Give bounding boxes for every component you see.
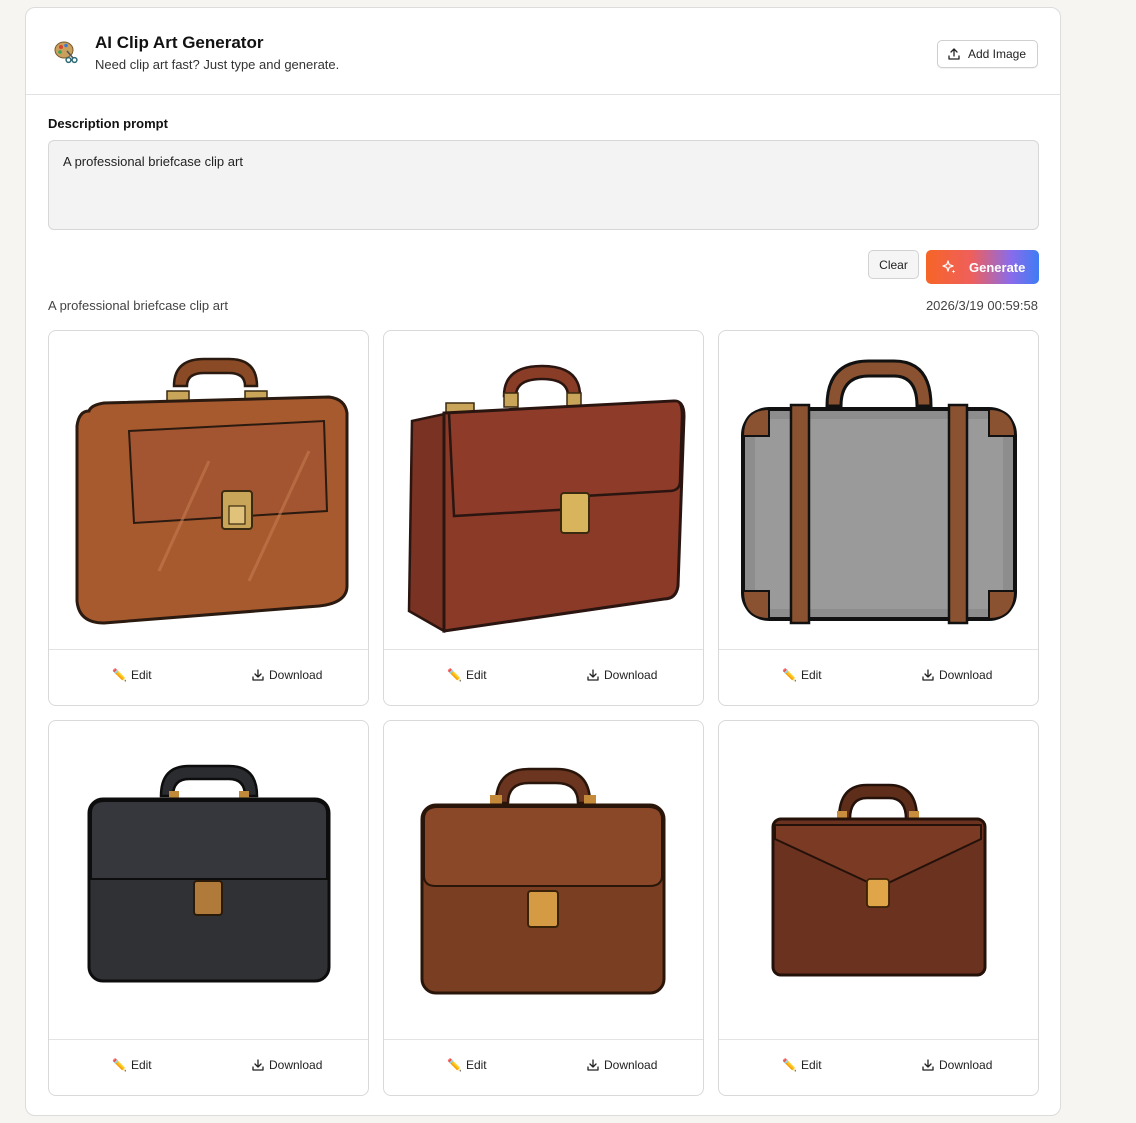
add-image-button[interactable]: Add Image (936, 40, 1038, 68)
pencil-icon: ✏️ (782, 668, 797, 682)
download-label: Download (604, 668, 658, 682)
edit-label: Edit (800, 668, 822, 682)
generate-label: Generate (969, 259, 1026, 275)
edit-button[interactable]: ✏️ Edit (447, 1058, 487, 1072)
edit-label: Edit (800, 1058, 822, 1072)
card-actions: ✏️ Edit Download (719, 1039, 1038, 1095)
prompt-textarea[interactable]: A professional briefcase clip art (48, 140, 1039, 230)
download-icon (587, 1059, 599, 1071)
download-button[interactable]: Download (251, 668, 322, 682)
edit-label: Edit (465, 1058, 487, 1072)
result-grid: ✏️ Edit Download ✏️ Edit Download ✏️ Edi… (48, 330, 1039, 1096)
download-label: Download (269, 1058, 323, 1072)
result-card: ✏️ Edit Download (383, 720, 704, 1096)
app-title: AI Clip Art Generator (95, 33, 264, 52)
edit-label: Edit (465, 668, 487, 682)
edit-label: Edit (130, 1058, 152, 1072)
palette-icon (54, 41, 78, 64)
briefcase-image[interactable] (719, 331, 1038, 649)
download-label: Download (939, 1058, 993, 1072)
pencil-icon: ✏️ (782, 1058, 797, 1072)
edit-button[interactable]: ✏️ Edit (447, 668, 487, 682)
card-actions: ✏️ Edit Download (49, 1039, 368, 1095)
edit-button[interactable]: ✏️ Edit (112, 668, 152, 682)
download-icon (587, 669, 599, 681)
download-label: Download (604, 1058, 658, 1072)
pencil-icon: ✏️ (447, 668, 462, 682)
add-image-label: Add Image (967, 47, 1026, 61)
download-icon (252, 669, 264, 681)
prompt-label: Description prompt (48, 116, 168, 131)
download-button[interactable]: Download (586, 1058, 657, 1072)
briefcase-image[interactable] (384, 331, 703, 649)
download-button[interactable]: Download (251, 1058, 322, 1072)
download-button[interactable]: Download (586, 668, 657, 682)
upload-icon (948, 48, 960, 60)
clear-button[interactable]: Clear (868, 250, 919, 279)
edit-button[interactable]: ✏️ Edit (112, 1058, 152, 1072)
result-timestamp: 2026/3/19 00:59:58 (925, 298, 1038, 313)
pencil-icon: ✏️ (112, 668, 127, 682)
card-actions: ✏️ Edit Download (719, 649, 1038, 705)
briefcase-image[interactable] (384, 721, 703, 1039)
edit-button[interactable]: ✏️ Edit (782, 1058, 822, 1072)
result-card: ✏️ Edit Download (718, 720, 1039, 1096)
briefcase-image[interactable] (49, 331, 368, 649)
download-icon (922, 1059, 934, 1071)
card-actions: ✏️ Edit Download (49, 649, 368, 705)
app-window: AI Clip Art Generator Need clip art fast… (25, 7, 1061, 1116)
download-label: Download (939, 668, 993, 682)
download-label: Download (269, 668, 323, 682)
sparkle-icon (942, 260, 956, 274)
result-prompt: A professional briefcase clip art (48, 298, 228, 313)
card-actions: ✏️ Edit Download (384, 1039, 703, 1095)
edit-label: Edit (130, 668, 152, 682)
card-actions: ✏️ Edit Download (384, 649, 703, 705)
app-subtitle: Need clip art fast? Just type and genera… (95, 57, 340, 72)
edit-button[interactable]: ✏️ Edit (782, 668, 822, 682)
result-card: ✏️ Edit Download (383, 330, 704, 706)
pencil-icon: ✏️ (447, 1058, 462, 1072)
generate-button[interactable]: Generate (926, 250, 1039, 284)
download-icon (922, 669, 934, 681)
result-card: ✏️ Edit Download (48, 330, 369, 706)
result-card: ✏️ Edit Download (48, 720, 369, 1096)
download-button[interactable]: Download (921, 1058, 992, 1072)
pencil-icon: ✏️ (112, 1058, 127, 1072)
download-icon (252, 1059, 264, 1071)
briefcase-image[interactable] (719, 721, 1038, 1039)
download-button[interactable]: Download (921, 668, 992, 682)
app-header: AI Clip Art Generator Need clip art fast… (26, 8, 1060, 95)
result-card: ✏️ Edit Download (718, 330, 1039, 706)
briefcase-image[interactable] (49, 721, 368, 1039)
